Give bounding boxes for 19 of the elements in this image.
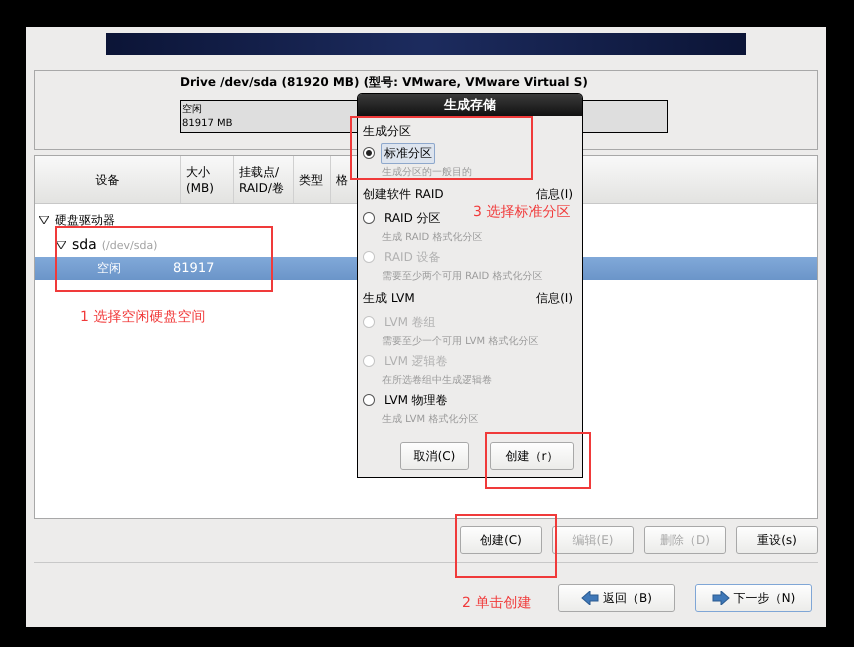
option-description: 生成 RAID 格式化分区 — [382, 230, 482, 245]
drive-title: Drive /dev/sda (81920 MB) (型号: VMware, VMware Virtual S) — [180, 74, 588, 89]
device-name: sda — [72, 237, 97, 253]
option-description: 生成分区的一般目的 — [382, 166, 472, 180]
option-description: 生成 LVM 格式化分区 — [382, 412, 478, 427]
device-path: (/dev/sda) — [102, 238, 158, 252]
option-description: 需要至少两个可用 RAID 格式化分区 — [382, 270, 542, 284]
device-name: 硬盘驱动器 — [55, 212, 115, 228]
dialog-title: 生成存储 — [358, 94, 582, 116]
segment-label: 空闲 — [182, 103, 202, 117]
segment-size: 81917 MB — [182, 117, 232, 131]
annotation-text: 2 单击创建 — [462, 594, 532, 612]
option-description: 在所选卷组中生成逻辑卷 — [382, 374, 492, 388]
section-title: 生成 LVM — [363, 290, 415, 306]
size-cell: 81917 — [173, 261, 214, 276]
annotation-text: 3 选择标准分区 — [473, 203, 570, 221]
option-description: 需要至少一个可用 LVM 格式化分区 — [382, 334, 538, 349]
device-name: 空闲 — [97, 260, 122, 277]
annotation-text: 1 选择空闲硬盘空间 — [80, 308, 206, 326]
